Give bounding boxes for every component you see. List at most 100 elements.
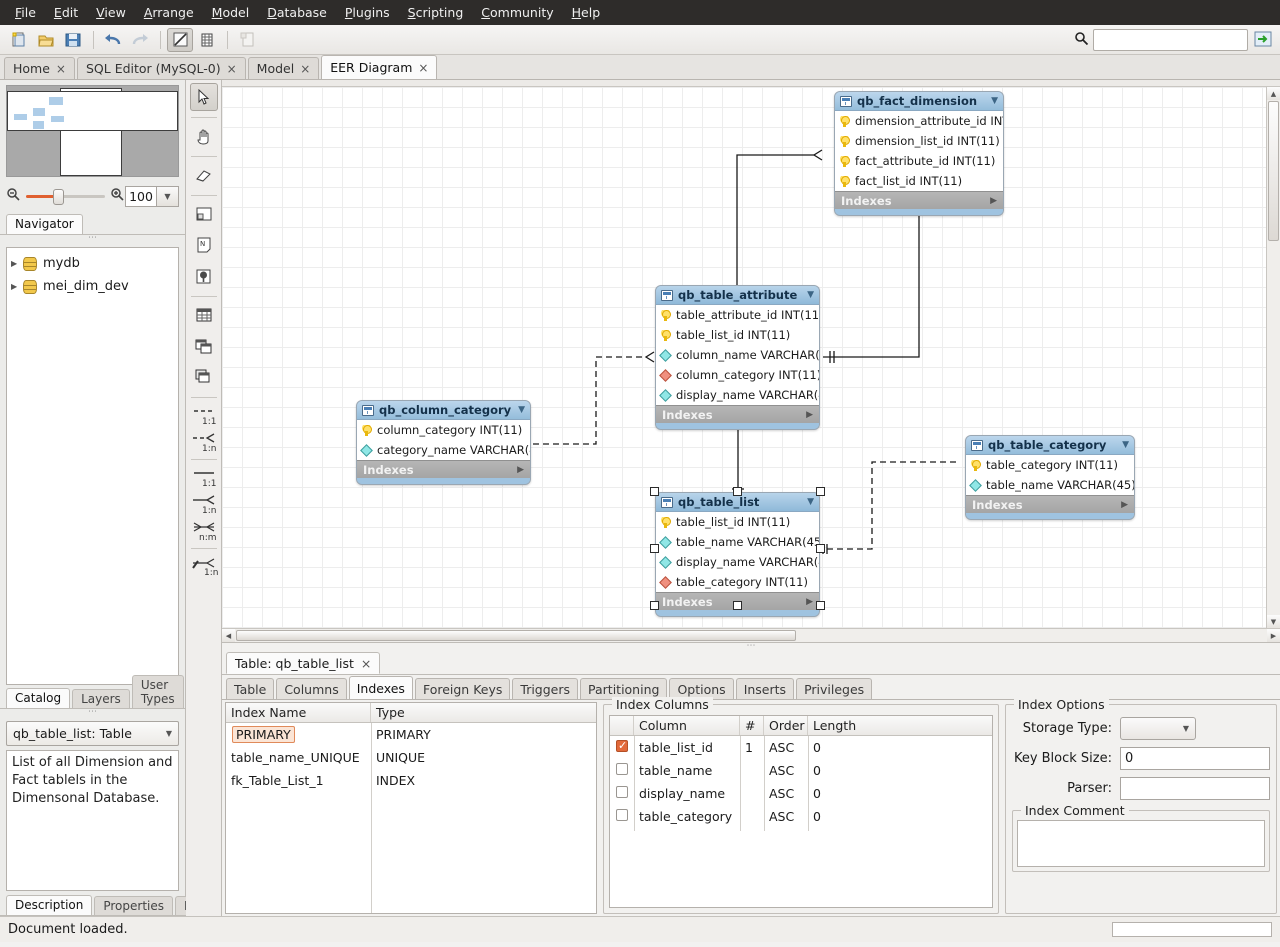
er-table-qb-fact-dimension[interactable]: qb_fact_dimension ▼ dimension_attribute_… (834, 91, 1004, 216)
index-comment-textarea[interactable] (1017, 820, 1265, 867)
index-column-name[interactable]: table_category (634, 809, 740, 824)
tab-table[interactable]: Table (226, 678, 274, 699)
column-header-index-name[interactable]: Index Name (226, 703, 371, 722)
tab-privileges[interactable]: Privileges (796, 678, 872, 699)
expand-triangle-icon[interactable]: ▶ (990, 196, 997, 206)
navigator-minimap[interactable] (6, 85, 179, 177)
index-list-grid[interactable]: Index Name Type PRIMARY PRIMARY table_na… (225, 702, 597, 914)
resize-handle-s[interactable] (733, 601, 742, 610)
save-model-icon[interactable] (60, 28, 86, 52)
index-column-sort-order[interactable]: ASC (764, 740, 808, 755)
index-column-length[interactable]: 0 (808, 786, 992, 801)
index-column-checkbox[interactable] (616, 786, 628, 798)
index-name-cell[interactable]: table_name_UNIQUE (226, 750, 371, 765)
expand-triangle-icon[interactable]: ▶ (11, 259, 23, 268)
er-column[interactable]: table_name VARCHAR(45) (966, 475, 1134, 495)
index-column-name[interactable]: table_list_id (634, 740, 740, 755)
paste-icon[interactable] (234, 28, 260, 52)
er-table-qb-table-category[interactable]: qb_table_category ▼ table_category INT(1… (965, 435, 1135, 520)
new-view-tool[interactable] (190, 332, 218, 360)
undo-icon[interactable] (100, 28, 126, 52)
new-model-icon[interactable] (6, 28, 32, 52)
redo-icon[interactable] (127, 28, 153, 52)
layer-tool[interactable] (190, 200, 218, 228)
tab-columns[interactable]: Columns (276, 678, 346, 699)
catalog-tree[interactable]: ▶ mydb ▶ mei_dim_dev (6, 247, 179, 685)
menu-plugins[interactable]: Plugins (336, 2, 399, 23)
index-type-cell[interactable]: UNIQUE (371, 750, 596, 765)
scroll-left-icon[interactable]: ◀ (222, 629, 235, 642)
relation-1-n-nonident-tool[interactable]: 1:n (189, 429, 219, 455)
er-table-header[interactable]: qb_fact_dimension ▼ (835, 92, 1003, 111)
search-input[interactable] (1093, 29, 1248, 51)
relation-1-1-ident-tool[interactable]: 1:1 (189, 464, 219, 490)
er-column[interactable]: fact_list_id INT(11) (835, 171, 1003, 191)
expand-triangle-icon[interactable]: ▶ (806, 597, 813, 607)
menu-database[interactable]: Database (258, 2, 336, 23)
index-type-cell[interactable]: INDEX (371, 773, 596, 788)
eraser-tool[interactable] (190, 161, 218, 189)
table-row[interactable]: display_name ASC 0 (610, 782, 992, 805)
er-table-header[interactable]: qb_table_category ▼ (966, 436, 1134, 455)
chevron-down-icon[interactable]: ▼ (1183, 724, 1189, 733)
horizontal-scroll-thumb[interactable] (236, 630, 796, 641)
chevron-down-icon[interactable]: ▼ (1122, 440, 1129, 450)
resize-handle-e[interactable] (816, 544, 825, 553)
snap-grid-icon[interactable] (194, 28, 220, 52)
index-name-cell[interactable]: PRIMARY (226, 727, 371, 742)
index-name-cell[interactable]: fk_Table_List_1 (226, 773, 371, 788)
resize-handle-n[interactable] (733, 487, 742, 496)
er-column[interactable]: table_attribute_id INT(11) (656, 305, 819, 325)
expand-triangle-icon[interactable]: ▶ (517, 465, 524, 475)
index-column-sort-order[interactable]: ASC (764, 786, 808, 801)
resize-handle-se[interactable] (816, 601, 825, 610)
navigator-viewport[interactable] (7, 91, 178, 131)
key-block-size-input[interactable]: 0 (1120, 747, 1270, 770)
toggle-grid-icon[interactable] (167, 28, 193, 52)
er-column[interactable]: table_category INT(11) (656, 572, 819, 592)
tab-foreign-keys[interactable]: Foreign Keys (415, 678, 510, 699)
tab-layers[interactable]: Layers (72, 689, 130, 708)
column-header-order[interactable]: Order (764, 716, 808, 735)
er-table-qb-column-category[interactable]: qb_column_category ▼ column_category INT… (356, 400, 531, 485)
er-indexes-section[interactable]: Indexes ▶ (966, 495, 1134, 513)
index-column-name[interactable]: table_name (634, 763, 740, 778)
sidebar-splitter-1[interactable]: ⋯ (0, 235, 185, 242)
resize-handle-nw[interactable] (650, 487, 659, 496)
er-column[interactable]: display_name VARCHAR(45) (656, 385, 819, 405)
zoom-in-icon[interactable] (110, 187, 125, 205)
expand-triangle-icon[interactable]: ▶ (806, 410, 813, 420)
canvas-vertical-scrollbar[interactable]: ▲ ▼ (1266, 87, 1280, 628)
table-row[interactable]: table_list_id 1 ASC 0 (610, 736, 992, 759)
zoom-value[interactable]: 100 (125, 186, 157, 207)
er-table-qb-table-attribute[interactable]: qb_table_attribute ▼ table_attribute_id … (655, 285, 820, 430)
chevron-down-icon[interactable]: ▼ (166, 729, 172, 738)
editor-tab-close-icon[interactable]: × (361, 656, 371, 671)
index-column-checkbox[interactable] (616, 809, 628, 821)
tab-user-types[interactable]: User Types (132, 675, 184, 708)
tab-catalog[interactable]: Catalog (6, 688, 70, 708)
scroll-down-icon[interactable]: ▼ (1267, 615, 1280, 628)
scroll-up-icon[interactable]: ▲ (1267, 87, 1280, 100)
table-row[interactable]: table_name_UNIQUE UNIQUE (226, 746, 596, 769)
tab-sql-editor-close-icon[interactable]: × (227, 62, 237, 76)
description-text[interactable]: List of all Dimension and Fact tablels i… (6, 750, 179, 891)
catalog-item-mei-dim-dev[interactable]: ▶ mei_dim_dev (7, 275, 178, 298)
relation-pick-columns-tool[interactable]: 1:n (189, 553, 219, 579)
resize-handle-sw[interactable] (650, 601, 659, 610)
sidebar-splitter-2[interactable]: ⋯ (0, 709, 185, 716)
image-tool[interactable] (190, 262, 218, 290)
menu-edit[interactable]: Edit (45, 2, 87, 23)
tab-home[interactable]: Home× (4, 57, 75, 79)
column-header-num[interactable]: # (740, 716, 764, 735)
er-table-header[interactable]: qb_column_category ▼ (357, 401, 530, 420)
catalog-item-mydb[interactable]: ▶ mydb (7, 252, 178, 275)
index-column-length[interactable]: 0 (808, 809, 992, 824)
index-column-length[interactable]: 0 (808, 763, 992, 778)
relation-1-n-ident-tool[interactable]: 1:n (189, 491, 219, 517)
description-object-selector[interactable]: qb_table_list: Table ▼ (6, 721, 179, 746)
editor-tab-table[interactable]: Table: qb_table_list × (226, 652, 380, 674)
chevron-down-icon[interactable]: ▼ (991, 96, 998, 106)
er-column[interactable]: table_list_id INT(11) (656, 325, 819, 345)
resize-handle-w[interactable] (650, 544, 659, 553)
